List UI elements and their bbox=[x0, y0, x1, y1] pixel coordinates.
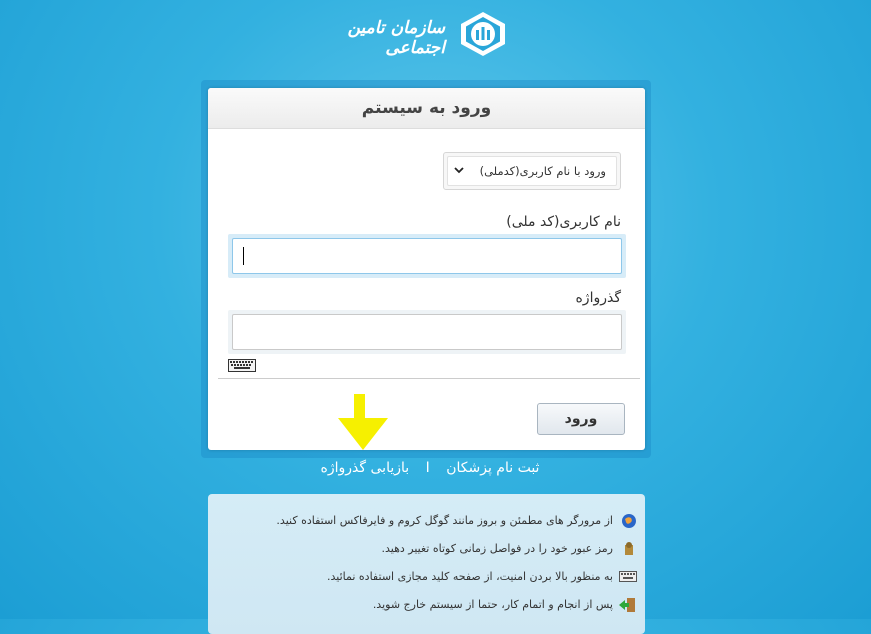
exit-icon bbox=[619, 598, 635, 612]
username-field-frame bbox=[228, 234, 626, 278]
username-label: نام کاربری(کد ملی) bbox=[506, 214, 621, 230]
login-method-value: ورود با نام کاربری(کدملی) bbox=[479, 164, 606, 178]
tip-browser: از مرورگر های مطمئن و بروز مانند گوگل کر… bbox=[217, 511, 637, 531]
password-change-icon bbox=[625, 542, 633, 555]
login-method-select-box[interactable]: ورود با نام کاربری(کدملی) bbox=[447, 156, 617, 186]
recover-password-link[interactable]: بازیابی گذرواژه bbox=[315, 460, 416, 476]
tip-logout: پس از انجام و اتمام کار، حتما از سیستم خ… bbox=[217, 595, 637, 615]
org-name: سازمان تامین اجتماعی bbox=[347, 18, 445, 58]
arrow-down-icon bbox=[334, 392, 392, 452]
login-button[interactable]: ورود bbox=[537, 403, 625, 435]
divider bbox=[218, 378, 640, 379]
text-caret bbox=[243, 247, 244, 265]
register-doctors-link[interactable]: ثبت نام پزشکان bbox=[440, 460, 545, 476]
tip-keyboard: به منظور بالا بردن امنیت، از صفحه کلید م… bbox=[217, 567, 637, 587]
username-input[interactable] bbox=[232, 238, 622, 274]
password-label: گذرواژه bbox=[575, 290, 621, 306]
virtual-keyboard-icon[interactable] bbox=[228, 357, 256, 372]
org-logo-icon bbox=[457, 10, 509, 58]
auth-links: ثبت نام پزشکان I بازیابی گذرواژه bbox=[300, 460, 560, 476]
login-method-select[interactable]: ورود با نام کاربری(کدملی) bbox=[443, 152, 621, 190]
globe-icon bbox=[622, 514, 636, 528]
header: سازمان تامین اجتماعی bbox=[0, 10, 871, 60]
tip-password: رمز عبور خود را در فواصل زمانی کوتاه تغی… bbox=[217, 539, 637, 559]
keyboard-icon bbox=[619, 571, 637, 582]
security-tips-panel: از مرورگر های مطمئن و بروز مانند گوگل کر… bbox=[208, 494, 645, 634]
chevron-down-icon bbox=[454, 157, 464, 196]
password-field-frame bbox=[228, 310, 626, 354]
links-separator: I bbox=[425, 460, 430, 476]
login-title: ورود به سیستم bbox=[208, 88, 645, 129]
password-input[interactable] bbox=[232, 314, 622, 350]
login-panel: ورود به سیستم ورود با نام کاربری(کدملی) … bbox=[208, 88, 645, 450]
